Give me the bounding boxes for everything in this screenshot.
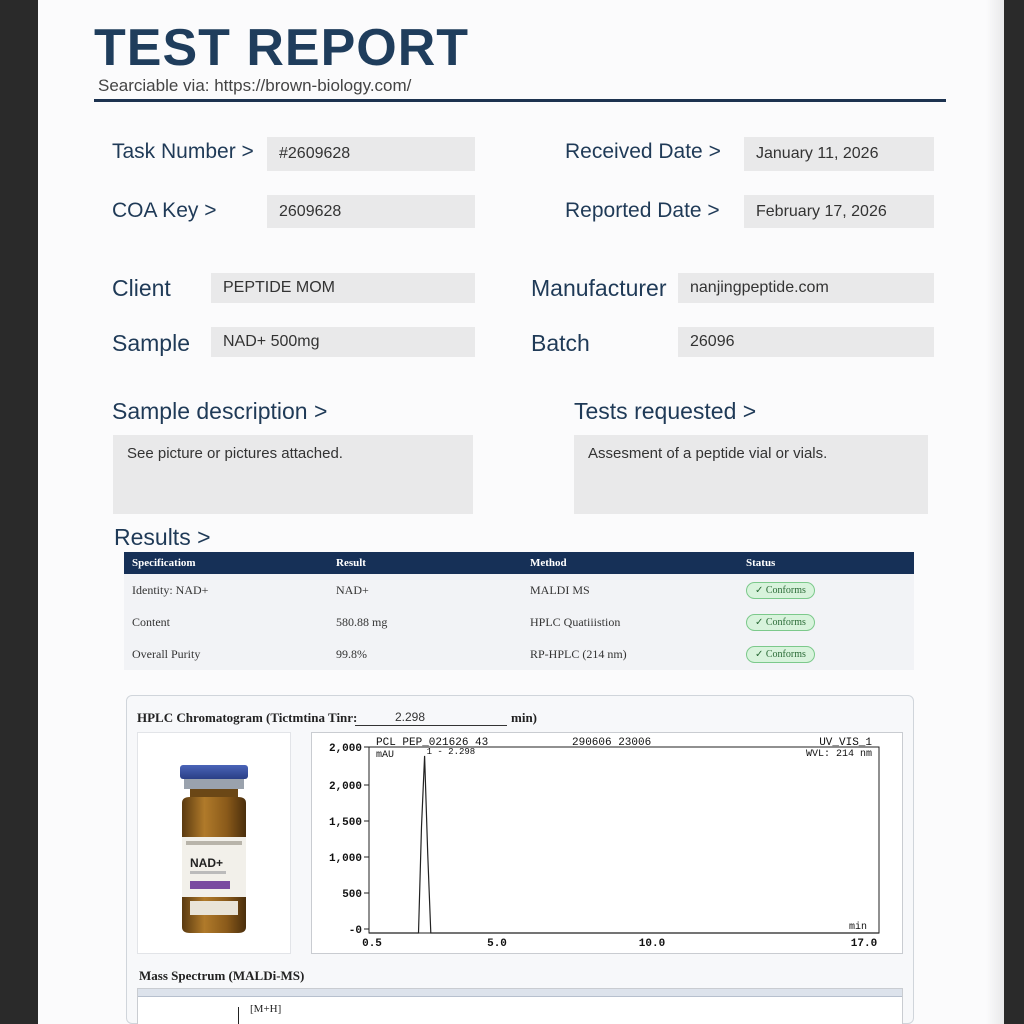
hplc-section: HPLC Chromatogram (Tictmtina Tinr: 2.298… — [126, 695, 914, 1024]
task-number-field: #2609628 — [267, 137, 475, 171]
results-label: Results > — [114, 524, 211, 550]
results-header-row: Specificatiom Result Method Status — [124, 552, 914, 574]
searchable-url[interactable]: Searciable via: https://brown-biology.co… — [98, 76, 411, 96]
y-tick-label: 1,000 — [329, 853, 362, 865]
report-page: TEST REPORT Searciable via: https://brow… — [38, 0, 1004, 1024]
table-row: Overall Purity 99.8% RP-HPLC (214 nm) ✓ … — [124, 638, 914, 670]
ms-peak — [238, 1007, 239, 1024]
conforms-badge: ✓ Conforms — [746, 581, 815, 599]
client-label: Client — [112, 275, 171, 301]
task-number-label: Task Number > — [112, 140, 254, 163]
x-tick-label: 17.0 — [851, 938, 877, 950]
y-axis-unit: mAU — [376, 750, 394, 761]
vial-label-text: NAD+ — [190, 856, 223, 870]
sample-description-box: See picture or pictures attached. — [113, 435, 473, 514]
y-tick-label: 1,500 — [329, 817, 362, 829]
coa-key-label: COA Key > — [112, 199, 217, 222]
cell-status: ✓ Conforms — [738, 638, 914, 670]
x-tick-label: 5.0 — [487, 938, 507, 950]
coa-key-field: 2609628 — [267, 195, 475, 228]
plot-frame — [368, 746, 880, 934]
vial-purple-band — [190, 881, 230, 889]
reported-date-label: Reported Date > — [565, 199, 720, 222]
col-result: Result — [336, 557, 366, 569]
sample-label: Sample — [112, 330, 190, 356]
results-table: Specificatiom Result Method Status Ident… — [124, 552, 914, 670]
cell-spec: Overall Purity — [132, 646, 201, 661]
client-field: PEPTIDE MOM — [211, 273, 475, 303]
cell-method: HPLC Quatiiistion — [530, 614, 621, 629]
cell-result: NAD+ — [336, 582, 369, 597]
vial-illustration: NAD+ — [180, 765, 248, 933]
batch-label: Batch — [531, 330, 590, 356]
ms-peak-label: [M+H] — [250, 1003, 282, 1015]
chart-header-right1: UV_VIS_1 — [819, 737, 872, 749]
table-row: Identity: NAD+ NAD+ MALDI MS ✓ Conforms — [124, 574, 914, 606]
header-rule — [94, 99, 946, 102]
received-date-field: January 11, 2026 — [744, 137, 934, 171]
hplc-chart-svg: -0 500 1,000 1,500 2,000 2,000 0.5 5.0 10.0 17.0… — [329, 737, 880, 950]
x-axis-unit: min — [849, 921, 867, 933]
manufacturer-label: Manufacturer — [531, 275, 667, 301]
cell-spec: Content — [132, 614, 170, 629]
retention-unit: min) — [511, 710, 537, 725]
col-specification: Specificatiom — [132, 557, 196, 569]
received-date-label: Received Date > — [565, 140, 721, 163]
x-tick-label: 0.5 — [362, 938, 382, 950]
cell-spec: Identity: NAD+ — [132, 582, 209, 597]
cell-status: ✓ Conforms — [738, 574, 914, 606]
retention-value: 2.298 — [395, 710, 426, 724]
y-tick-label: 2,000 — [329, 743, 362, 755]
y-tick-label: -0 — [349, 925, 362, 937]
col-status: Status — [746, 557, 776, 569]
cell-result: 580.88 mg — [336, 614, 388, 629]
hplc-title: HPLC Chromatogram (Tictmtina Tinr: — [137, 710, 358, 725]
col-method: Method — [530, 557, 567, 569]
reported-date-field: February 17, 2026 — [744, 195, 934, 228]
conforms-badge: ✓ Conforms — [746, 645, 815, 663]
vial-cap — [180, 765, 248, 779]
y-tick-label: 2,000 — [329, 781, 362, 793]
x-tick-label: 10.0 — [639, 938, 665, 950]
cell-method: RP-HPLC (214 nm) — [530, 646, 627, 661]
chart-header-right2: WVL: 214 nm — [806, 749, 872, 760]
vial-photo: NAD+ — [137, 732, 291, 954]
retention-underline — [355, 725, 507, 726]
hplc-chart: -0 500 1,000 1,500 2,000 2,000 0.5 5.0 10.0 17.0… — [311, 732, 903, 954]
manufacturer-field: nanjingpeptide.com — [678, 273, 934, 303]
peak-label: 1 - 2.298 — [427, 747, 476, 757]
batch-field: 26096 — [678, 327, 934, 357]
tests-requested-box: Assesment of a peptide vial or vials. — [574, 435, 928, 514]
cell-result: 99.8% — [336, 646, 367, 661]
ms-chart: [M+H] — [137, 988, 903, 1024]
page-edge-shadow — [986, 0, 1004, 1024]
ms-toolbar — [138, 989, 902, 997]
sample-description-label: Sample description > — [112, 398, 328, 424]
tests-requested-label: Tests requested > — [574, 398, 757, 424]
sample-field: NAD+ 500mg — [211, 327, 475, 357]
table-row: Content 580.88 mg HPLC Quatiiistion ✓ Co… — [124, 606, 914, 638]
report-title: TEST REPORT — [94, 19, 470, 77]
vial-crimp — [184, 779, 244, 789]
chromatogram-trace — [369, 755, 879, 934]
y-tick-label: 500 — [342, 889, 362, 901]
ms-title: Mass Spectrum (MALDi-MS) — [139, 968, 305, 983]
results-table-wrap: Specificatiom Result Method Status Ident… — [124, 552, 914, 670]
conforms-badge: ✓ Conforms — [746, 613, 815, 631]
cell-method: MALDI MS — [530, 582, 590, 597]
chart-header-mid: 290606 23006 — [572, 737, 651, 749]
cell-status: ✓ Conforms — [738, 606, 914, 638]
